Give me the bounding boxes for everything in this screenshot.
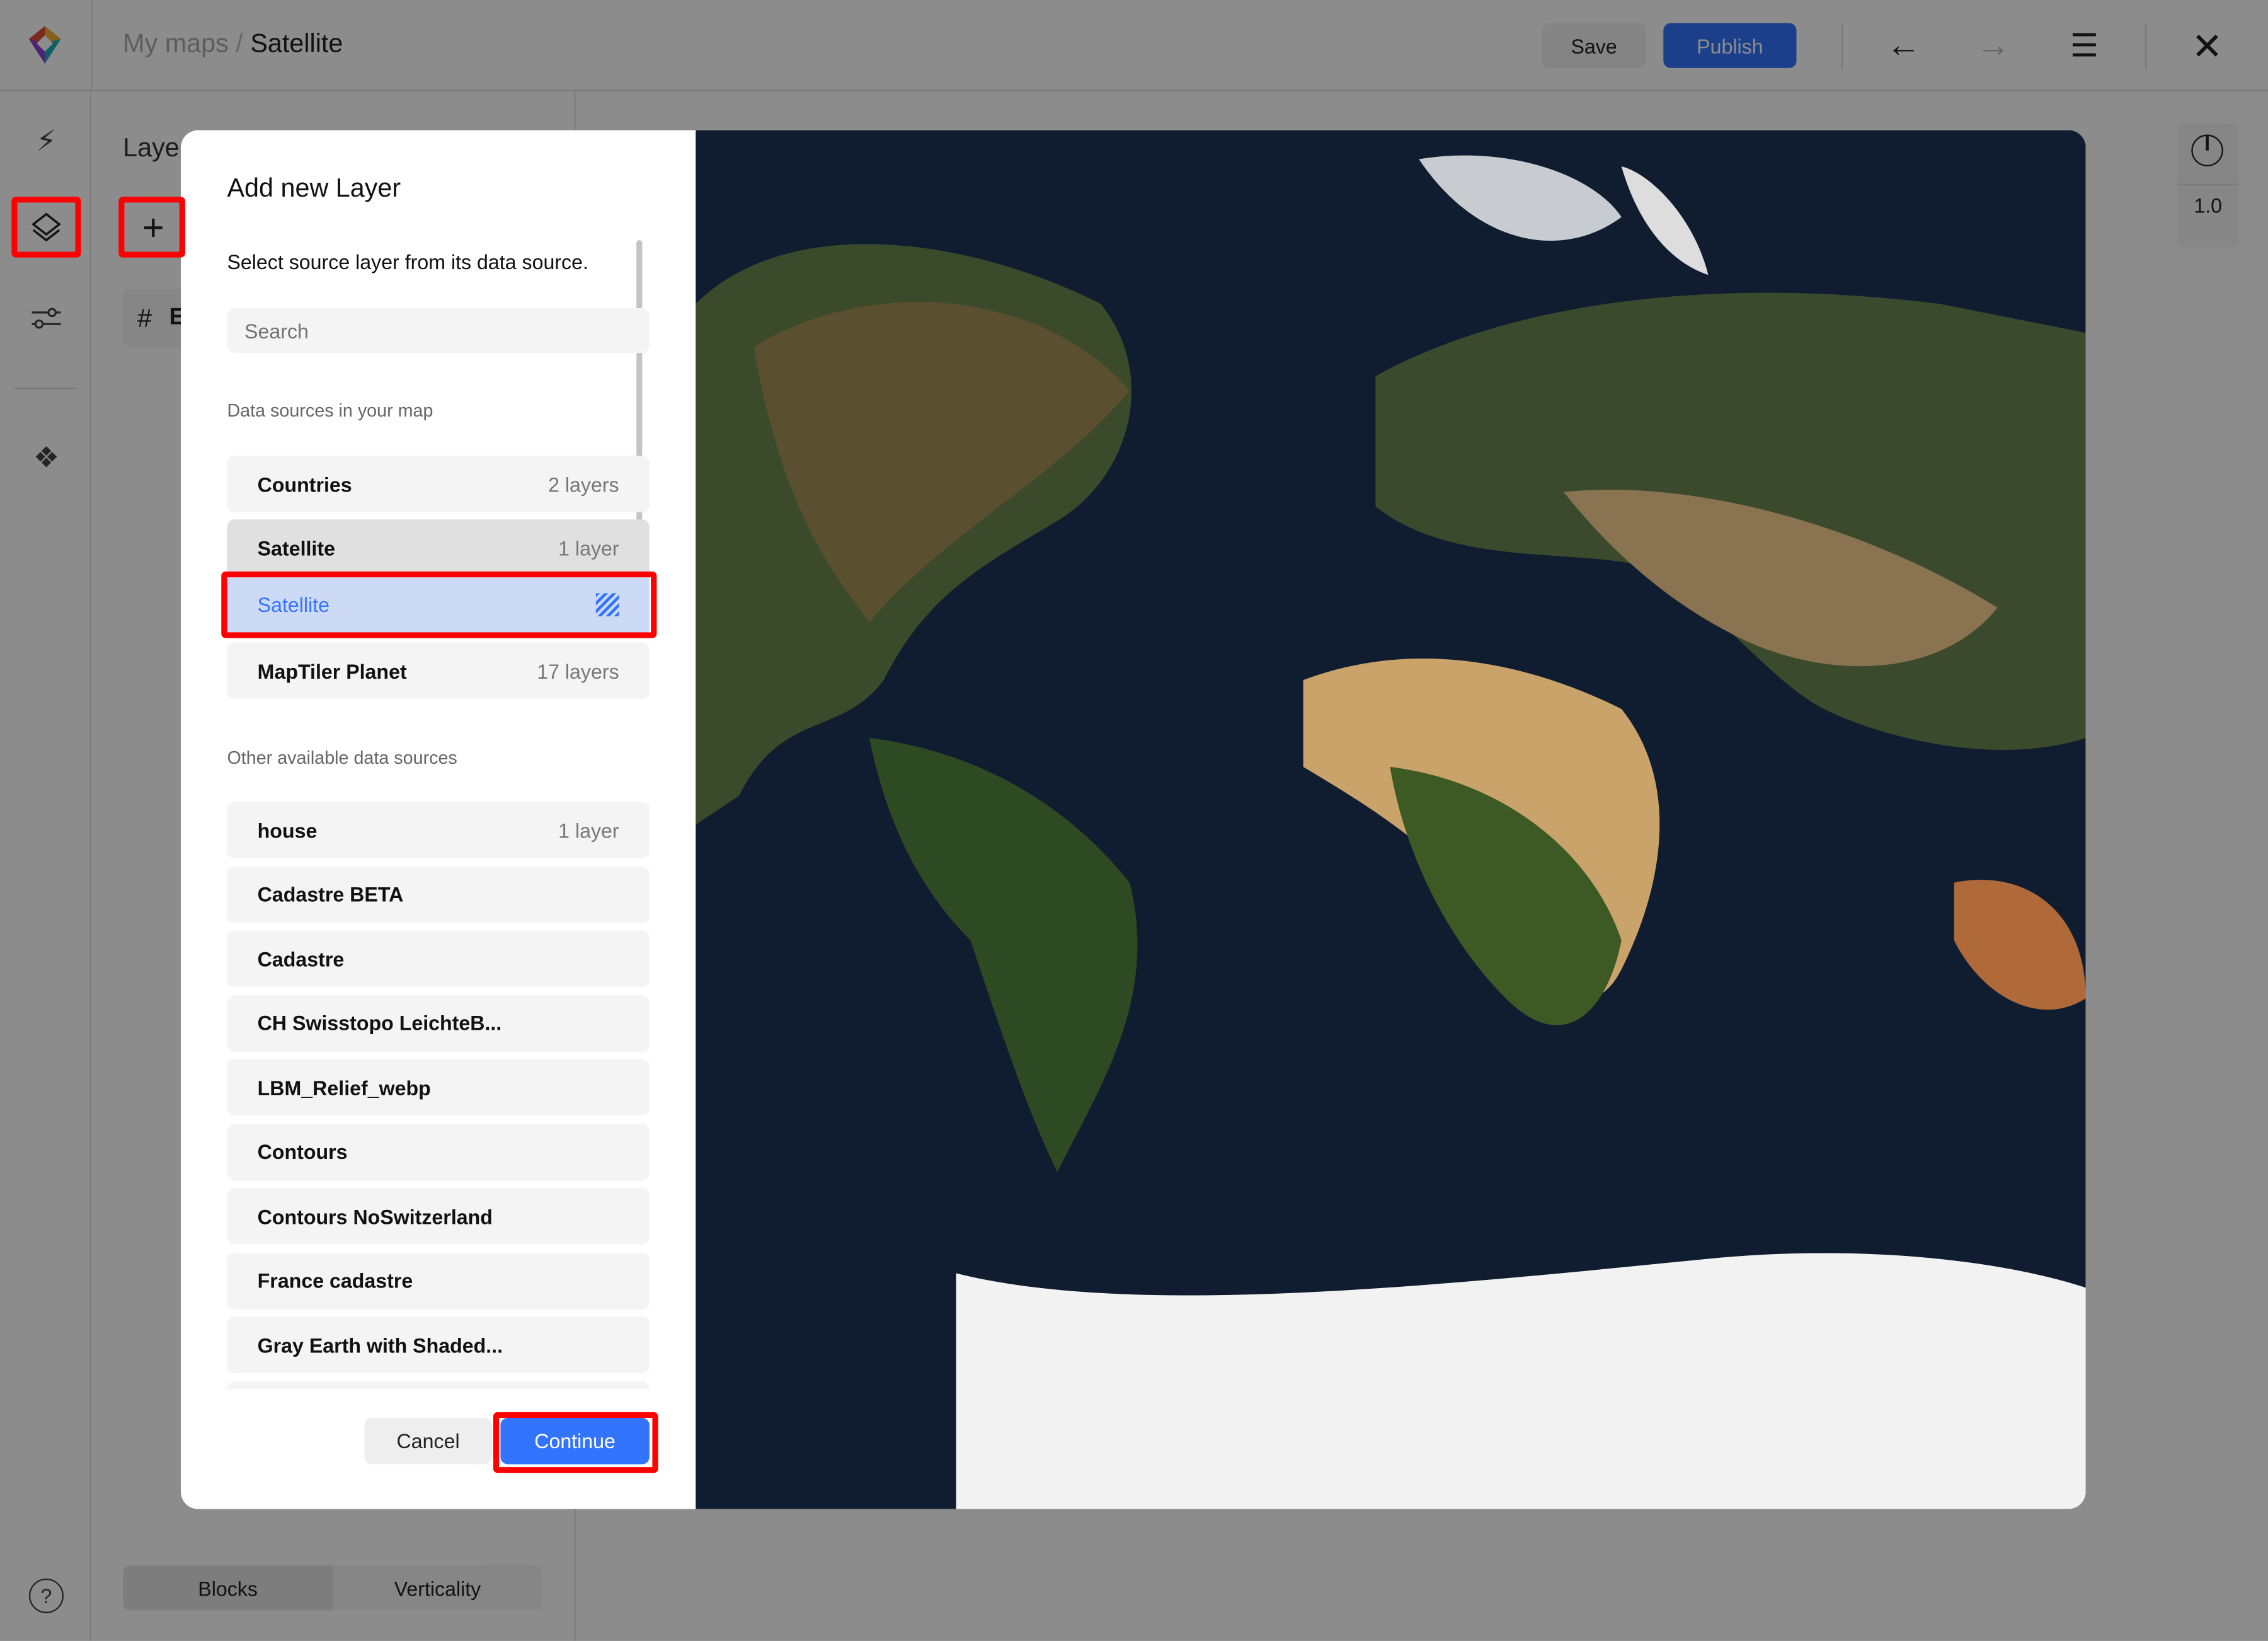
map-preview (696, 130, 2086, 1509)
source-row[interactable]: Contours (227, 1123, 650, 1180)
source-row[interactable]: CH Swisstopo LeichteB... (227, 994, 650, 1051)
source-count: 1 layer (558, 536, 619, 560)
source-row[interactable]: Gray Earth with Shaded... (227, 1316, 650, 1373)
source-name: France cadastre (257, 1269, 413, 1293)
source-row-satellite[interactable]: Satellite 1 layer (227, 519, 650, 576)
source-name: Gray Earth with Shaded... (257, 1333, 503, 1357)
source-name: house (257, 818, 318, 842)
highlight-continue (493, 1412, 658, 1473)
source-name: CH Swisstopo LeichteB... (257, 1011, 502, 1035)
source-row[interactable]: France cadastre (227, 1252, 650, 1309)
satellite-world-map (696, 130, 2086, 1509)
source-row[interactable]: Cadastre (227, 930, 650, 987)
add-layer-dialog: Add new Layer Select source layer from i… (180, 130, 2086, 1509)
source-name: Contours NoSwitzerland (257, 1204, 493, 1228)
source-name: LBM_Relief_webp (257, 1076, 431, 1099)
source-name: Countries (257, 472, 352, 496)
source-row-maptiler-planet[interactable]: MapTiler Planet 17 layers (227, 642, 650, 699)
source-row-partial[interactable] (227, 1381, 650, 1390)
section-label-other: Other available data sources (227, 747, 457, 769)
source-row-countries[interactable]: Countries 2 layers (227, 456, 650, 512)
source-count: 2 layers (548, 472, 619, 496)
dialog-title: Add new Layer (227, 173, 401, 203)
source-name: Cadastre (257, 947, 345, 970)
section-label-map: Data sources in your map (227, 400, 433, 422)
source-count: 1 layer (558, 818, 619, 842)
source-name: MapTiler Planet (257, 659, 407, 682)
source-name: Contours (257, 1140, 348, 1163)
source-list: Data sources in your map Countries 2 laye… (181, 297, 696, 1390)
source-count: 17 layers (537, 659, 619, 682)
source-row[interactable]: Contours NoSwitzerland (227, 1187, 650, 1245)
source-row[interactable]: Cadastre BETA (227, 866, 650, 923)
highlight-add-layer (118, 197, 185, 258)
source-name: Satellite (257, 536, 335, 560)
highlight-satellite-layer (221, 571, 657, 638)
highlight-layers-icon (11, 197, 81, 258)
cancel-button[interactable]: Cancel (364, 1418, 492, 1465)
dialog-subtitle: Select source layer from its data source… (227, 250, 588, 274)
source-name: Cadastre BETA (257, 882, 404, 906)
source-row[interactable]: house 1 layer (227, 801, 650, 858)
search-input[interactable] (227, 308, 650, 354)
source-row[interactable]: LBM_Relief_webp (227, 1059, 650, 1116)
